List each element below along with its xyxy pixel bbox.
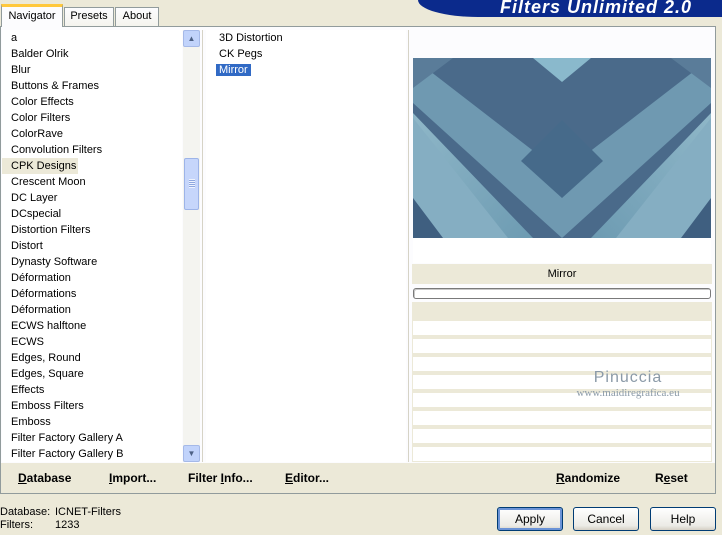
scroll-grip-icon <box>189 179 195 188</box>
filter-name-label: Mirror <box>547 268 577 280</box>
watermark: Pinuccia www.maidiregrafica.eu <box>553 369 703 399</box>
category-item[interactable]: Edges, Square <box>2 366 182 382</box>
database-link[interactable]: Database <box>18 471 71 485</box>
category-item[interactable]: Déformation <box>2 270 182 286</box>
tab-about[interactable]: About <box>115 7 159 26</box>
category-item[interactable]: Filter Factory Gallery B <box>2 446 182 462</box>
randomize-link-accel: R <box>556 471 565 485</box>
category-item[interactable]: Effects <box>2 382 182 398</box>
navigator-panel: a Balder Olrik Blur Buttons & Frames Color E… <box>0 26 716 494</box>
category-item[interactable]: DC Layer <box>2 190 182 206</box>
banner-title: Filters Unlimited 2.0 <box>499 0 692 17</box>
randomize-link[interactable]: Randomize <box>556 471 620 485</box>
database-label: Database: <box>0 506 51 518</box>
randomize-link-text: andomize <box>564 471 621 485</box>
category-item[interactable]: Distort <box>2 238 182 254</box>
category-list[interactable]: a Balder Olrik Blur Buttons & Frames Color E… <box>2 30 182 462</box>
editor-link-text: ditor... <box>293 471 330 485</box>
mirror-preview-graphic <box>413 58 711 238</box>
database-value: ICNET-Filters <box>55 506 121 518</box>
reset-link-text: R <box>655 471 664 485</box>
status-area: Database: ICNET-Filters Filters: 1233 <box>0 506 121 532</box>
filter-info-link[interactable]: Filter Info... <box>188 471 253 485</box>
category-item[interactable]: ECWS halftone <box>2 318 182 334</box>
list-divider <box>202 30 203 462</box>
watermark-name: Pinuccia <box>593 369 663 386</box>
filters-count-value: 1233 <box>55 519 80 531</box>
category-item[interactable]: Crescent Moon <box>2 174 182 190</box>
category-item[interactable]: a <box>2 30 182 46</box>
category-item[interactable]: Balder Olrik <box>2 46 182 62</box>
filter-name-row: Mirror <box>412 264 712 284</box>
filter-list[interactable]: 3D Distortion CK Pegs Mirror <box>206 30 406 462</box>
parameter-slot <box>413 447 711 461</box>
category-item[interactable]: Dynasty Software <box>2 254 182 270</box>
help-button[interactable]: Help <box>650 507 716 531</box>
scroll-thumb[interactable] <box>184 158 199 210</box>
database-link-text: atabase <box>26 471 72 485</box>
tab-navigator[interactable]: Navigator <box>1 4 63 27</box>
editor-link-accel: E <box>285 471 294 485</box>
editor-link[interactable]: Editor... <box>285 471 329 485</box>
parameter-slot <box>413 429 711 443</box>
apply-button[interactable]: Apply <box>497 507 563 531</box>
reset-link-text2: set <box>670 471 688 485</box>
preview-divider <box>408 30 409 462</box>
category-item[interactable]: Blur <box>2 62 182 78</box>
database-link-accel: D <box>18 471 27 485</box>
category-item[interactable]: ColorRave <box>2 126 182 142</box>
filter-item-label: CK Pegs <box>219 48 263 60</box>
title-banner: Filters Unlimited 2.0 <box>418 0 722 17</box>
preview-image <box>413 58 711 238</box>
category-item[interactable]: DCspecial <box>2 206 182 222</box>
category-item[interactable]: Color Filters <box>2 110 182 126</box>
action-bar: Database Import... Filter Info... Editor… <box>1 463 715 493</box>
filter-item[interactable]: Mirror <box>206 62 406 78</box>
watermark-url: www.maidiregrafica.eu <box>576 387 680 399</box>
filter-info-link-text: Filter <box>188 471 221 485</box>
filters-count-label: Filters: <box>0 519 33 531</box>
category-item[interactable]: Filter Factory Gallery A <box>2 430 182 446</box>
filter-item[interactable]: CK Pegs <box>206 46 406 62</box>
category-item[interactable]: Distortion Filters <box>2 222 182 238</box>
parameter-slot <box>413 339 711 353</box>
preview-background <box>413 238 711 263</box>
category-item[interactable]: Emboss <box>2 414 182 430</box>
category-item[interactable]: CPK Designs <box>2 158 78 174</box>
filter-item[interactable]: 3D Distortion <box>206 30 406 46</box>
category-item[interactable]: Convolution Filters <box>2 142 182 158</box>
cancel-button[interactable]: Cancel <box>573 507 639 531</box>
progress-bar <box>413 288 711 299</box>
category-item[interactable]: ECWS <box>2 334 182 350</box>
filter-info-link-text2: nfo... <box>224 471 253 485</box>
category-item[interactable]: Déformation <box>2 302 182 318</box>
filter-item-label: Mirror <box>216 64 251 76</box>
scroll-down-button[interactable]: ▼ <box>183 445 200 462</box>
filter-item-label: 3D Distortion <box>219 32 283 44</box>
category-item[interactable]: Color Effects <box>2 94 182 110</box>
category-scrollbar[interactable]: ▲ ▼ <box>183 30 200 462</box>
import-link[interactable]: Import... <box>109 471 156 485</box>
reset-link[interactable]: Reset <box>655 471 688 485</box>
scroll-up-button[interactable]: ▲ <box>183 30 200 47</box>
tab-presets[interactable]: Presets <box>64 7 114 26</box>
category-item[interactable]: Buttons & Frames <box>2 78 182 94</box>
parameter-slot <box>413 321 711 335</box>
category-item[interactable]: Déformations <box>2 286 182 302</box>
import-link-text: mport... <box>112 471 157 485</box>
category-item[interactable]: Emboss Filters <box>2 398 182 414</box>
parameter-slot <box>413 411 711 425</box>
category-item[interactable]: Edges, Round <box>2 350 182 366</box>
